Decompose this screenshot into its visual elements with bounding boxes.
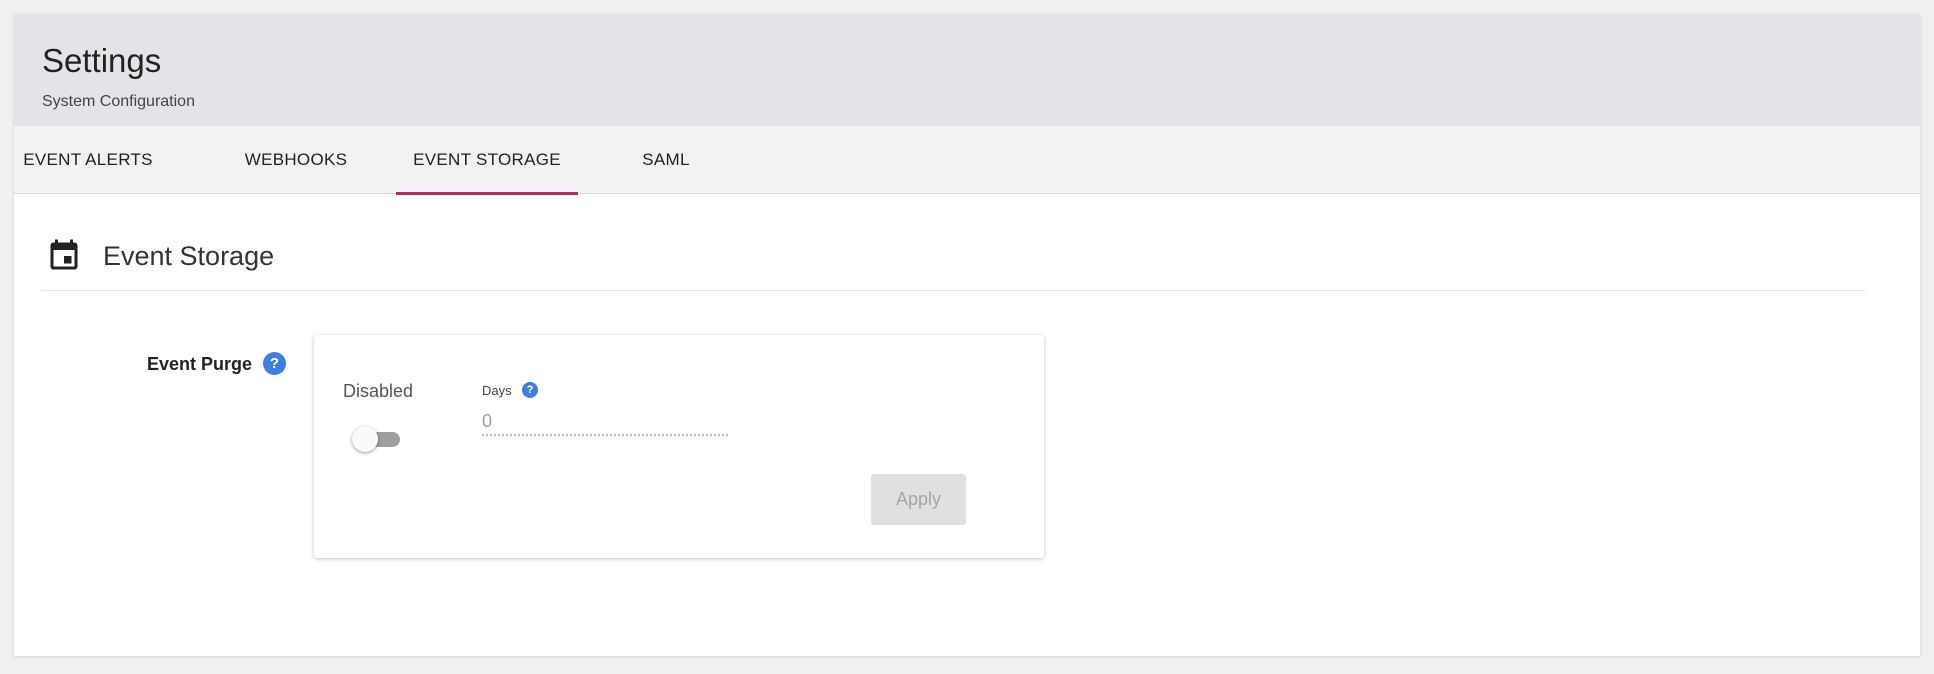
days-label: Days <box>482 383 512 398</box>
tab-event-storage[interactable]: EVENT STORAGE <box>396 126 578 195</box>
calendar-icon <box>50 239 78 270</box>
apply-button[interactable]: Apply <box>871 474 966 525</box>
tab-event-alerts[interactable]: EVENT ALERTS <box>22 126 154 194</box>
page-subtitle: System Configuration <box>42 93 195 110</box>
section-title: Event Storage <box>103 241 275 271</box>
section-divider <box>41 290 1865 291</box>
purge-toggle-thumb <box>352 426 378 452</box>
tab-bar: EVENT ALERTS WEBHOOKS EVENT STORAGE SAML <box>14 126 1920 195</box>
purge-toggle[interactable] <box>352 424 402 454</box>
page-title: Settings <box>42 42 162 79</box>
purge-toggle-label: Disabled <box>343 381 414 401</box>
tab-webhooks[interactable]: WEBHOOKS <box>239 126 353 194</box>
page-header: Settings System Configuration <box>14 14 1920 126</box>
days-help-icon[interactable]: ? <box>522 382 538 398</box>
days-input[interactable] <box>482 408 728 436</box>
event-purge-label: Event Purge <box>147 354 253 374</box>
event-purge-help-icon[interactable]: ? <box>263 352 286 375</box>
tab-saml[interactable]: SAML <box>626 126 706 194</box>
